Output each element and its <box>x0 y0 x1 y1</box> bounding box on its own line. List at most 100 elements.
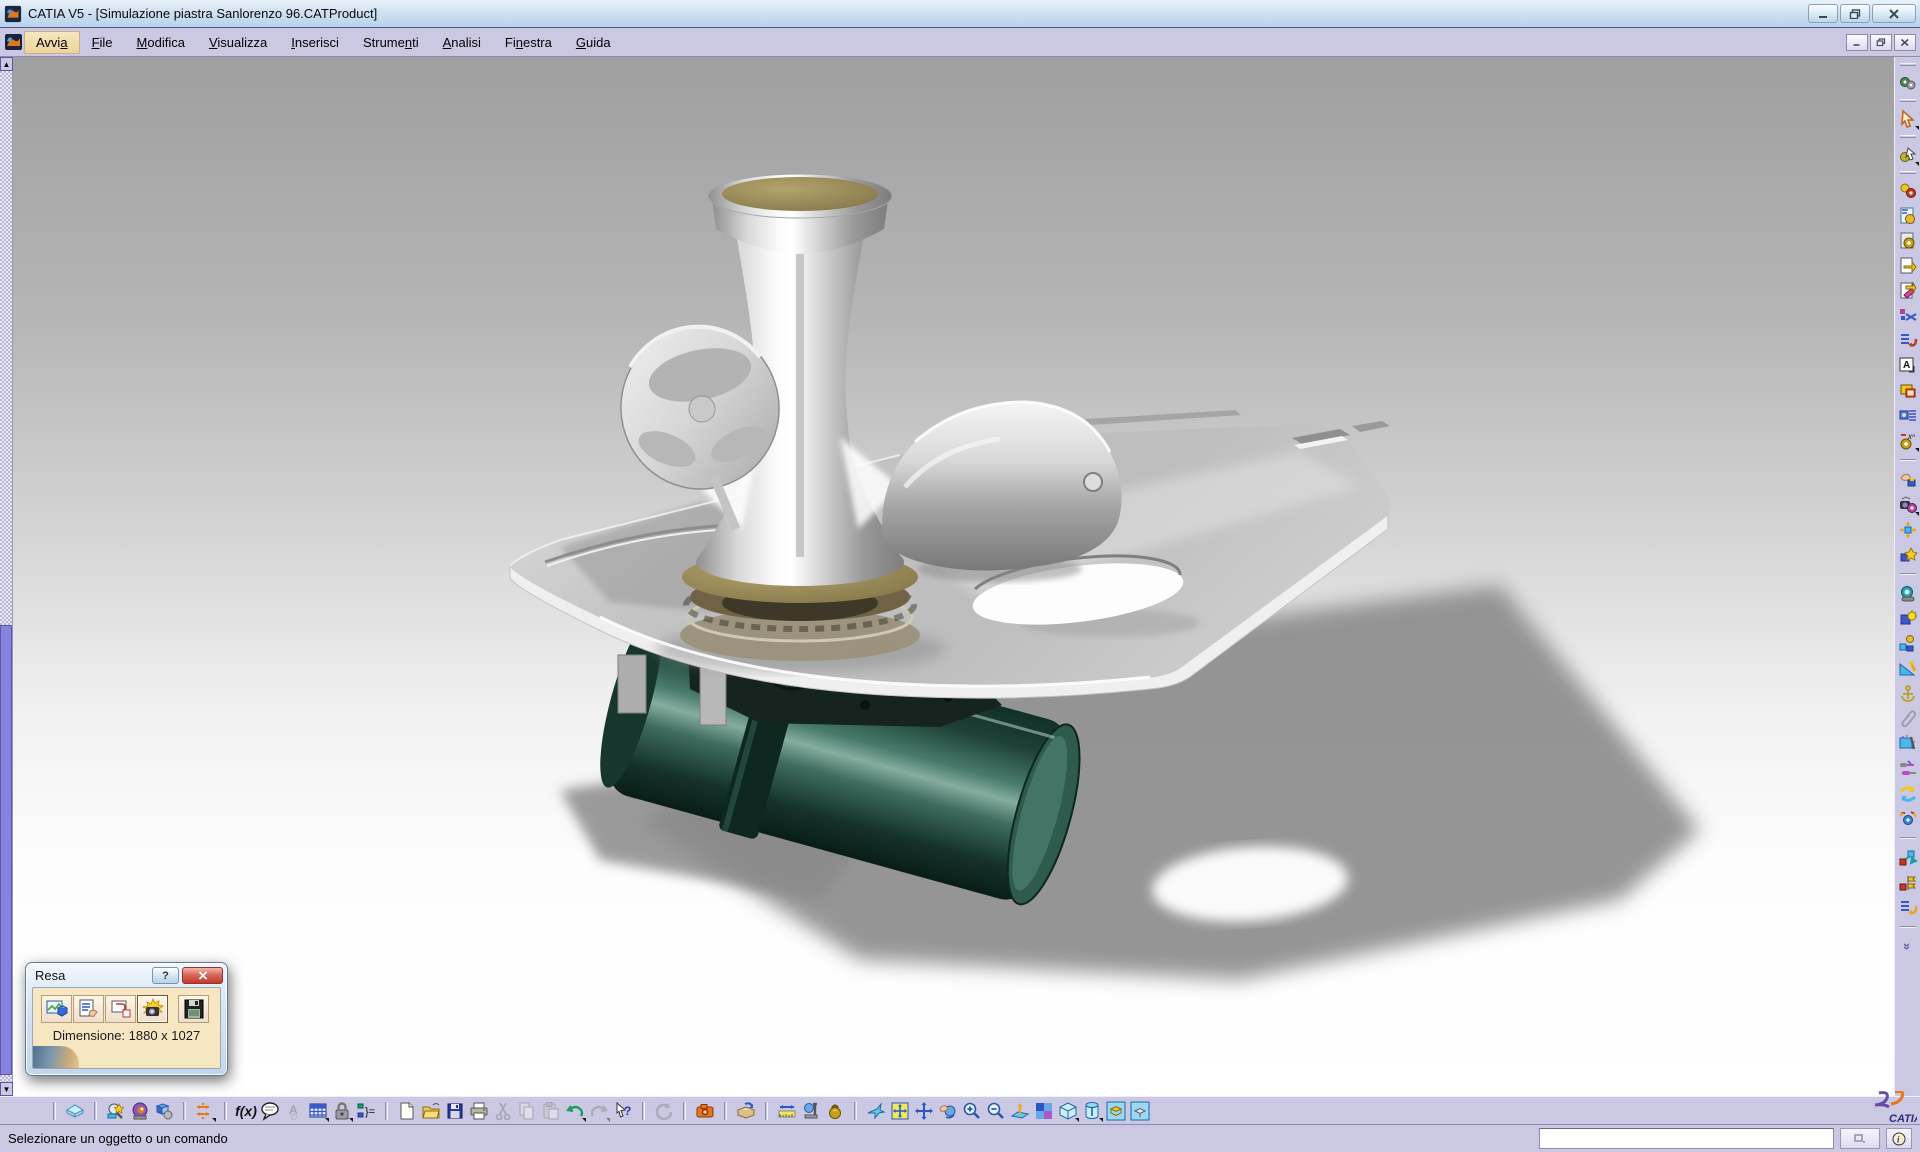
simulation-screen-icon[interactable] <box>1896 731 1920 756</box>
anchor-icon[interactable] <box>1896 681 1920 706</box>
priority-box-flags-icon[interactable] <box>1896 870 1920 895</box>
whats-this-help-icon[interactable]: ? <box>611 1099 635 1123</box>
command-input[interactable] <box>1539 1128 1834 1149</box>
relations-formula-icon[interactable]: }= <box>354 1099 378 1123</box>
update-gear-icon[interactable] <box>1896 806 1920 831</box>
dialog-help-button[interactable]: ? <box>152 967 179 984</box>
menu-strumenti[interactable]: Strumenti <box>351 31 431 54</box>
shape-cube-sphere-icon[interactable] <box>152 1099 176 1123</box>
scroll-down-arrow[interactable]: ▼ <box>0 1082 13 1096</box>
cut-icon[interactable] <box>491 1099 515 1123</box>
isometric-view-icon[interactable] <box>1056 1099 1080 1123</box>
component-constraints-icon[interactable] <box>1896 303 1920 328</box>
hide-show-icon[interactable] <box>1104 1099 1128 1123</box>
selection-sets-icon[interactable] <box>1896 142 1920 167</box>
open-document-icon[interactable] <box>419 1099 443 1123</box>
render-dialog[interactable]: Resa ? Dimensione: 1880 x 1027 <box>25 962 228 1076</box>
render-options-button[interactable] <box>73 995 104 1023</box>
mdi-restore-button[interactable] <box>1870 34 1892 51</box>
dialog-expand-button[interactable] <box>1840 1128 1880 1149</box>
document-template-gold-icon[interactable] <box>1896 228 1920 253</box>
attachment-clip-icon[interactable] <box>1896 706 1920 731</box>
render-camera-gear-icon[interactable] <box>1896 492 1920 517</box>
apply-material-star-icon[interactable] <box>1896 542 1920 567</box>
propagate-box-arrow-icon[interactable] <box>1896 845 1920 870</box>
zoom-in-icon[interactable] <box>960 1099 984 1123</box>
light-source-icon[interactable] <box>1896 606 1920 631</box>
pan-icon[interactable] <box>912 1099 936 1123</box>
quick-render-camera-icon[interactable] <box>693 1099 717 1123</box>
more-tools-chevron-icon[interactable]: » <box>1896 934 1920 959</box>
catalog-parts-icon[interactable] <box>1896 631 1920 656</box>
toolbar-grip[interactable] <box>1900 171 1916 174</box>
text-annotation-icon[interactable]: A <box>282 1099 306 1123</box>
info-button[interactable]: i <box>1886 1128 1912 1149</box>
catalog-gears-icon[interactable] <box>1896 178 1920 203</box>
camera-icon[interactable] <box>1896 581 1920 606</box>
save-image-button[interactable] <box>178 995 209 1023</box>
scrollbar-thumb[interactable] <box>0 625 12 1075</box>
window-layout-icon[interactable] <box>1896 378 1920 403</box>
scroll-up-arrow[interactable]: ▲ <box>0 57 13 71</box>
normal-view-icon[interactable] <box>1008 1099 1032 1123</box>
rendered-3d-scene[interactable] <box>0 57 1894 1096</box>
manipulate-hand-icon[interactable] <box>1896 467 1920 492</box>
menu-modifica[interactable]: Modifica <box>125 31 197 54</box>
measure-sketch-icon[interactable] <box>1896 656 1920 681</box>
knowledge-book-icon[interactable] <box>63 1099 87 1123</box>
fit-all-in-icon[interactable] <box>888 1099 912 1123</box>
refresh-icon[interactable] <box>652 1099 676 1123</box>
menu-guida[interactable]: Guida <box>564 31 623 54</box>
minimize-button[interactable] <box>1808 4 1838 23</box>
parameters-formula-icon[interactable]: xⁿ <box>1896 428 1920 453</box>
render-environment-icon[interactable] <box>104 1099 128 1123</box>
presentation-projector-icon[interactable] <box>1896 403 1920 428</box>
render-shoot-button[interactable] <box>137 995 168 1023</box>
print-icon[interactable] <box>467 1099 491 1123</box>
update-list-icon[interactable] <box>1896 328 1920 353</box>
explode-icon[interactable] <box>1896 517 1920 542</box>
swap-arrows-icon[interactable] <box>1896 781 1920 806</box>
measure-inertia-icon[interactable] <box>823 1099 847 1123</box>
toolbar-grip[interactable] <box>1900 63 1916 66</box>
history-undo-list-icon[interactable] <box>1896 895 1920 920</box>
snap-grid-arrows-icon[interactable] <box>193 1099 217 1123</box>
dialog-close-button[interactable] <box>182 967 223 984</box>
viewport-scrollbar[interactable]: ▲ ▼ <box>0 57 13 1096</box>
undo-icon[interactable] <box>563 1099 587 1123</box>
restore-button[interactable] <box>1840 4 1870 23</box>
measure-between-icon[interactable] <box>775 1099 799 1123</box>
render-style-icon[interactable] <box>1080 1099 1104 1123</box>
render-dialog-titlebar[interactable]: Resa ? <box>26 963 227 986</box>
menu-avvia[interactable]: Avvia <box>24 31 80 54</box>
design-table-icon[interactable] <box>306 1099 330 1123</box>
mdi-close-button[interactable] <box>1894 34 1916 51</box>
materials-camera-icon[interactable] <box>128 1099 152 1123</box>
copy-icon[interactable] <box>515 1099 539 1123</box>
menu-inserisci[interactable]: Inserisci <box>279 31 351 54</box>
mdi-minimize-button[interactable] <box>1846 34 1868 51</box>
select-arrow-icon[interactable] <box>1896 106 1920 131</box>
render-viewport[interactable]: ▲ ▼ <box>0 57 1894 1096</box>
tools-screwdriver-icon[interactable] <box>1896 756 1920 781</box>
measure-item-icon[interactable] <box>799 1099 823 1123</box>
save-document-icon[interactable] <box>443 1099 467 1123</box>
zoom-out-icon[interactable] <box>984 1099 1008 1123</box>
capture-frame-button[interactable] <box>105 995 136 1023</box>
document-template-blue-icon[interactable] <box>1896 203 1920 228</box>
paste-icon[interactable] <box>539 1099 563 1123</box>
redo-icon[interactable] <box>587 1099 611 1123</box>
lock-parameters-icon[interactable] <box>330 1099 354 1123</box>
powercopy-gears-icon[interactable] <box>1896 70 1920 95</box>
rotate-icon[interactable] <box>936 1099 960 1123</box>
render-scene-button[interactable] <box>41 995 72 1023</box>
menu-finestra[interactable]: Finestra <box>493 31 564 54</box>
fly-mode-icon[interactable] <box>864 1099 888 1123</box>
menu-file[interactable]: File <box>80 31 125 54</box>
menu-analisi[interactable]: Analisi <box>431 31 493 54</box>
new-document-icon[interactable] <box>395 1099 419 1123</box>
toolbar-grip[interactable] <box>1900 99 1916 102</box>
swap-visible-space-icon[interactable] <box>1128 1099 1152 1123</box>
export-document-alt-icon[interactable] <box>1896 278 1920 303</box>
fx-knowledge-icon[interactable]: f(x) <box>234 1099 258 1123</box>
